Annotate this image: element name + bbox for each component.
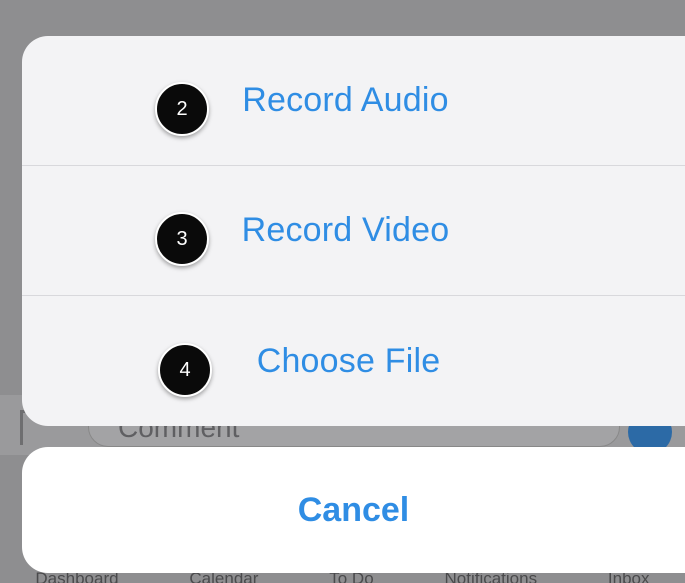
step-badge-2: 2 — [155, 82, 209, 136]
action-sheet: 2 Record Audio 3 Record Video 4 Choose F… — [22, 36, 685, 426]
step-badge-3: 3 — [155, 212, 209, 266]
choose-file-button[interactable]: 4 Choose File — [22, 296, 685, 426]
record-audio-button[interactable]: 2 Record Audio — [22, 36, 685, 166]
cancel-button[interactable]: Cancel — [22, 447, 685, 573]
record-video-button[interactable]: 3 Record Video — [22, 166, 685, 296]
record-audio-label: Record Audio — [242, 81, 449, 119]
choose-file-label: Choose File — [256, 341, 441, 380]
cancel-label: Cancel — [297, 490, 410, 529]
step-badge-4: 4 — [158, 343, 212, 397]
record-video-label: Record Video — [241, 211, 450, 249]
